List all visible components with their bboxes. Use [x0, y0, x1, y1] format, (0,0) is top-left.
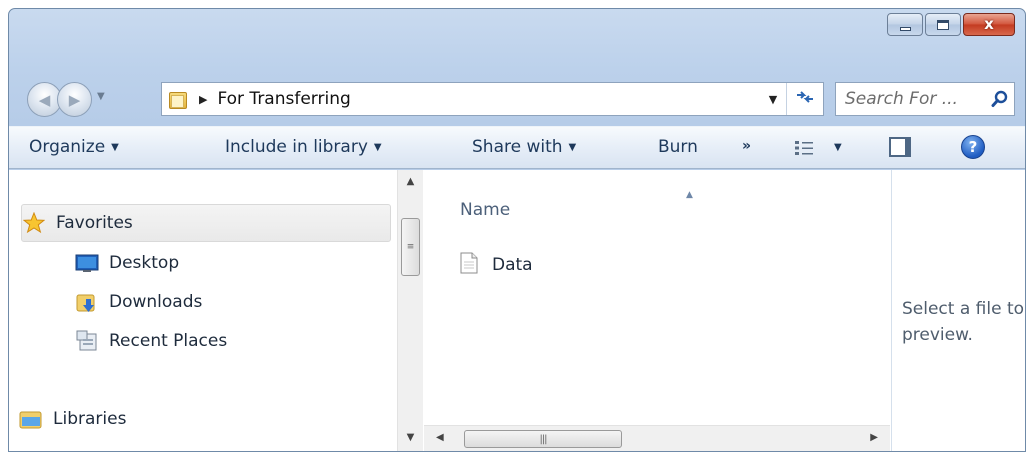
change-view-icon[interactable]: [794, 140, 814, 161]
sidebar-item-desktop[interactable]: Desktop: [75, 244, 179, 282]
sidebar-item-label: Downloads: [109, 292, 203, 312]
maximize-button[interactable]: [925, 13, 961, 36]
content-area: Favorites Desktop Downloads Recent Place…: [9, 170, 1025, 451]
preview-message: Select a file to preview.: [902, 299, 1025, 345]
scroll-up-icon[interactable]: ▲: [398, 176, 423, 187]
share-with-menu[interactable]: Share with ▼: [472, 137, 576, 157]
explorer-window: x ◀ ▶ ▼ ▶ For Transferring ▼ Search For: [8, 8, 1026, 452]
sidebar-item-recent-places[interactable]: Recent Places: [75, 322, 227, 360]
share-with-label: Share with: [472, 137, 563, 157]
search-input[interactable]: Search For ...: [836, 89, 986, 109]
document-icon: [460, 252, 478, 279]
organize-label: Organize: [29, 137, 106, 157]
navigation-pane-scrollbar[interactable]: ▲ ≡ ▼: [397, 170, 423, 451]
minimize-icon: [899, 26, 911, 31]
minimize-button[interactable]: [887, 13, 923, 36]
sidebar-item-downloads[interactable]: Downloads: [75, 283, 202, 321]
address-bar[interactable]: ▶ For Transferring ▼: [161, 82, 824, 116]
view-options-dropdown-icon[interactable]: ▼: [834, 142, 842, 153]
scrollbar-thumb[interactable]: ≡: [401, 218, 420, 276]
burn-label: Burn: [658, 137, 698, 157]
sort-ascending-icon: ▲: [686, 190, 693, 200]
scroll-down-icon[interactable]: ▼: [398, 432, 423, 443]
breadcrumb-current-folder[interactable]: For Transferring: [217, 89, 760, 109]
close-icon: x: [984, 15, 994, 33]
sidebar-item-label: Favorites: [56, 213, 133, 233]
chevron-down-icon: ▼: [373, 142, 382, 153]
include-in-library-menu[interactable]: Include in library ▼: [225, 137, 382, 157]
burn-button[interactable]: Burn: [658, 137, 698, 157]
star-icon: [22, 212, 46, 234]
navigation-pane: Favorites Desktop Downloads Recent Place…: [9, 170, 397, 451]
column-header-name[interactable]: Name: [460, 200, 510, 220]
sidebar-item-favorites[interactable]: Favorites: [21, 204, 391, 242]
libraries-icon: [19, 408, 43, 430]
preview-pane-toggle-icon[interactable]: [889, 137, 911, 157]
close-button[interactable]: x: [963, 13, 1015, 36]
scroll-left-icon[interactable]: ◀: [436, 432, 444, 443]
chevron-down-icon: ▼: [111, 142, 119, 153]
organize-menu[interactable]: Organize ▼: [29, 137, 119, 157]
file-item[interactable]: Data: [460, 248, 533, 282]
recent-places-icon: [75, 330, 99, 352]
scrollbar-thumb[interactable]: |||: [464, 430, 622, 448]
sidebar-item-libraries[interactable]: Libraries: [19, 400, 126, 438]
file-list-horizontal-scrollbar[interactable]: ◀ ||| ▶: [424, 425, 890, 451]
file-name: Data: [492, 255, 533, 275]
scroll-right-icon[interactable]: ▶: [870, 432, 878, 443]
refresh-icon[interactable]: [787, 89, 823, 109]
sidebar-item-label: Desktop: [109, 253, 180, 273]
folder-icon: [169, 90, 187, 109]
maximize-icon: [937, 19, 949, 30]
navigation-bar: ◀ ▶ ▼ ▶ For Transferring ▼ Search For ..…: [9, 79, 1025, 119]
back-arrow-icon: ◀: [38, 90, 51, 109]
sidebar-item-label: Recent Places: [109, 331, 228, 351]
file-list-pane: Name ▲ Data ◀ ||| ▶: [424, 170, 890, 451]
breadcrumb-chevron-icon[interactable]: ▶: [199, 93, 207, 106]
search-box[interactable]: Search For ...: [835, 82, 1015, 116]
chevron-down-icon: ▼: [568, 142, 577, 153]
preview-pane: Select a file to preview.: [891, 170, 1025, 451]
downloads-folder-icon: [75, 291, 99, 313]
sidebar-item-label: Libraries: [53, 409, 127, 429]
command-bar: Organize ▼ Include in library ▼ Share with…: [9, 126, 1025, 169]
include-in-library-label: Include in library: [225, 137, 368, 157]
desktop-icon: [75, 252, 99, 274]
caption-buttons: x: [887, 13, 1015, 36]
help-icon[interactable]: ?: [961, 135, 985, 159]
forward-arrow-icon: ▶: [68, 90, 81, 109]
forward-button[interactable]: ▶: [57, 82, 92, 117]
search-icon[interactable]: [986, 90, 1014, 108]
address-history-dropdown-icon[interactable]: ▼: [760, 93, 786, 106]
recent-pages-dropdown-icon[interactable]: ▼: [97, 91, 105, 102]
more-commands-icon[interactable]: »: [742, 138, 751, 154]
